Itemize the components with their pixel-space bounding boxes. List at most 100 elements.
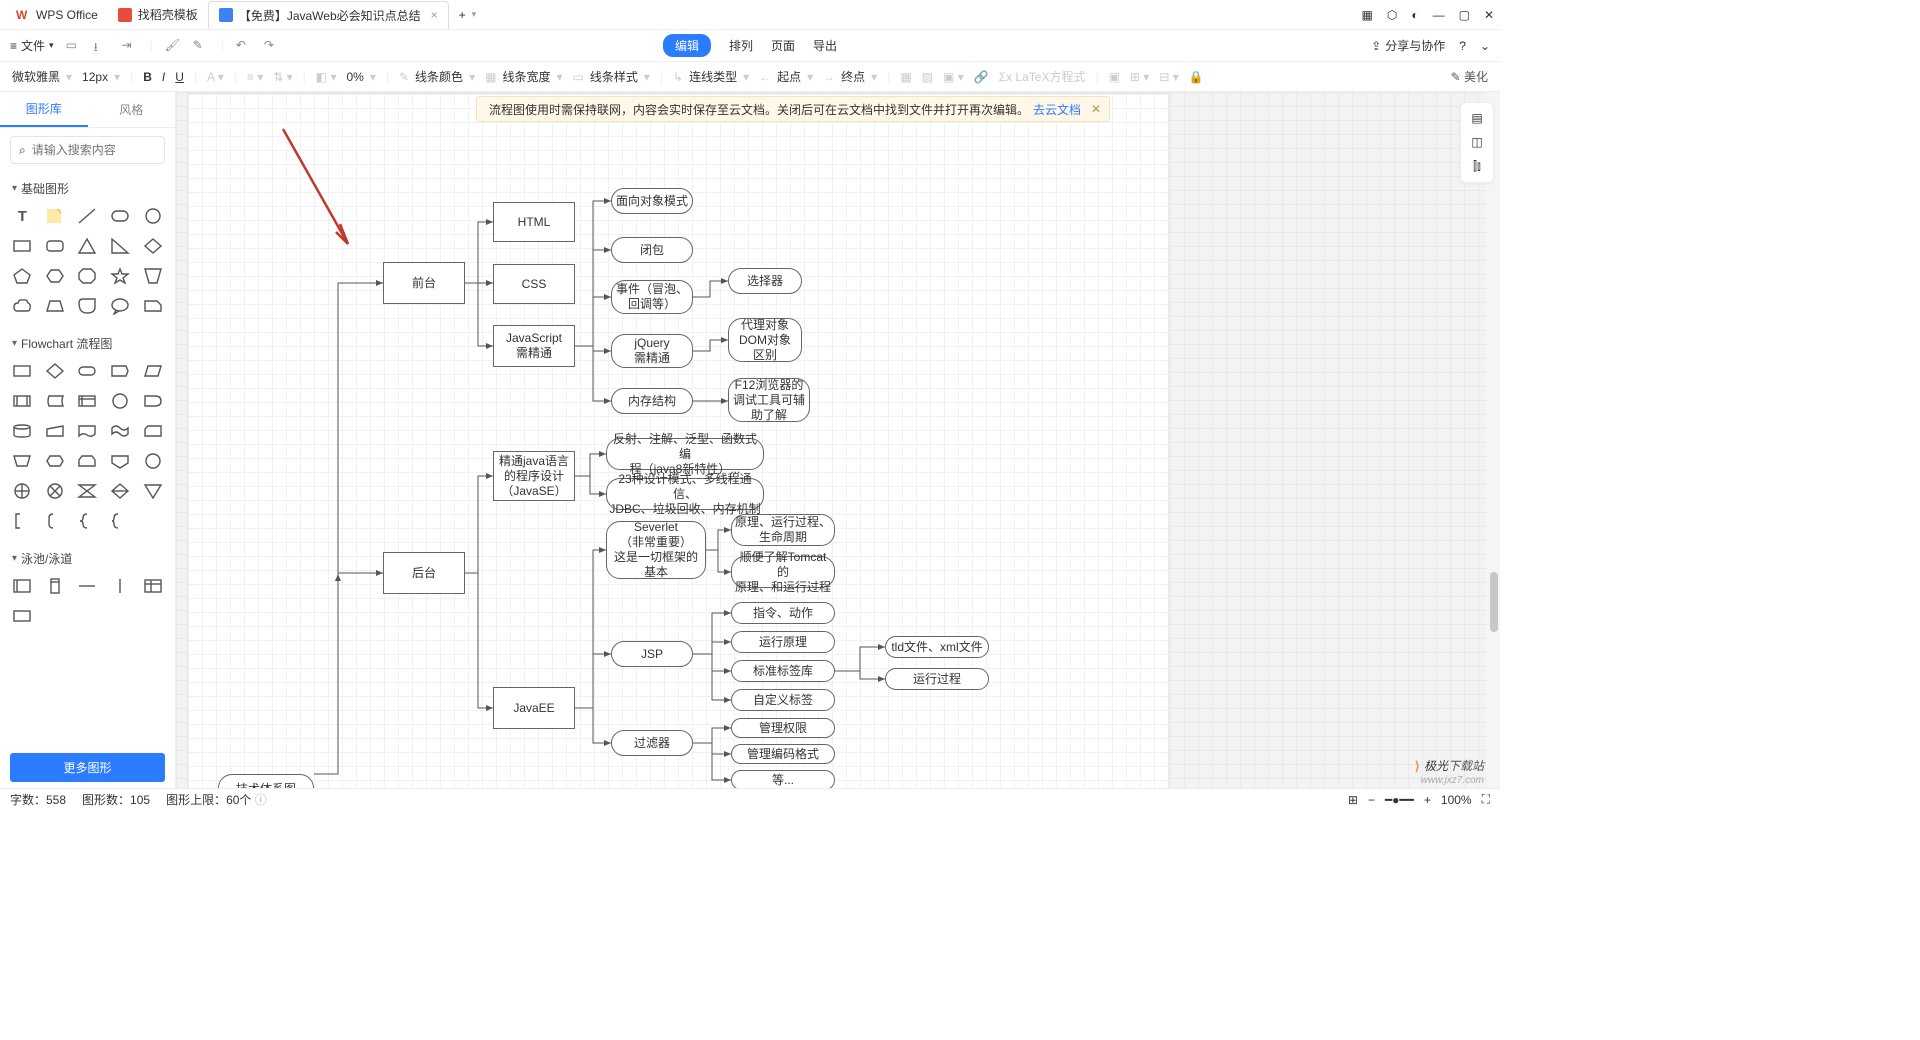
fc-brace[interactable] xyxy=(75,510,100,532)
grid-icon[interactable]: ▦ xyxy=(1362,8,1373,22)
line-start[interactable]: ← 起点 ▾ xyxy=(759,68,813,85)
file-menu[interactable]: ≡文件▾ xyxy=(10,37,54,54)
fc-card[interactable] xyxy=(140,420,165,442)
page-menu[interactable]: 页面 xyxy=(771,37,795,54)
node-memory[interactable]: 内存结构 xyxy=(611,388,693,414)
undo-icon[interactable]: ↶ xyxy=(236,38,252,54)
export-icon[interactable]: ⇥ xyxy=(122,38,138,54)
fullscreen-icon[interactable]: ⛶ xyxy=(1482,792,1490,807)
help-icon[interactable]: ? xyxy=(1459,39,1466,53)
node-tld[interactable]: tld文件、xml文件 xyxy=(885,636,989,658)
node-tomcat[interactable]: 顺便了解Tomcat的 原理、和运行过程 xyxy=(731,556,835,588)
right-triangle-shape[interactable] xyxy=(108,235,133,257)
node-yl[interactable]: 运行原理 xyxy=(731,631,835,653)
font-size[interactable]: 12px ▾ xyxy=(82,70,120,84)
speech-shape[interactable] xyxy=(108,295,133,317)
node-javaee[interactable]: JavaEE xyxy=(493,687,575,729)
font-color-icon[interactable]: A ▾ xyxy=(207,70,224,84)
info-icon[interactable]: ⓘ xyxy=(255,793,267,807)
diamond-shape[interactable] xyxy=(140,235,165,257)
tab-style[interactable]: 风格 xyxy=(88,92,176,127)
fc-circle2[interactable] xyxy=(140,450,165,472)
node-enc[interactable]: 管理编码格式 xyxy=(731,744,835,764)
node-cmd[interactable]: 指令、动作 xyxy=(731,602,835,624)
chart-icon[interactable]: ⫿⫾ xyxy=(1473,159,1481,174)
fc-database[interactable] xyxy=(10,420,35,442)
sl-single[interactable] xyxy=(10,605,35,627)
layout-icon[interactable]: ◫ xyxy=(1471,135,1482,149)
fc-predefined[interactable] xyxy=(10,390,35,412)
fc-connector[interactable] xyxy=(108,390,133,412)
image-icon[interactable]: ▣ ▾ xyxy=(943,70,964,84)
fc-internal[interactable] xyxy=(75,390,100,412)
node-servlet[interactable]: Severlet （非常重要） 这是一切框架的 基本 xyxy=(606,521,706,579)
font-family[interactable]: 微软雅黑 ▾ xyxy=(12,68,72,85)
line-spacing-icon[interactable]: ⇅ ▾ xyxy=(273,70,292,84)
category-swimlane[interactable]: 泳池/泳道 xyxy=(0,542,175,571)
close-icon[interactable]: × xyxy=(431,8,438,22)
more-icon[interactable]: ⌄ xyxy=(1480,39,1490,53)
fc-annotation[interactable] xyxy=(10,510,35,532)
fc-sum[interactable] xyxy=(10,480,35,502)
layer-icon[interactable]: ▣ xyxy=(1109,70,1120,84)
search-input[interactable] xyxy=(32,143,156,157)
fc-loop[interactable] xyxy=(75,450,100,472)
page-icon[interactable]: ▤ xyxy=(1471,111,1482,125)
tab-new[interactable]: +▾ xyxy=(449,1,487,29)
more-shapes-button[interactable]: 更多图形 xyxy=(10,753,165,782)
open-icon[interactable]: ▭ xyxy=(66,38,82,54)
sl-lane-v[interactable] xyxy=(43,575,68,597)
star-shape[interactable] xyxy=(108,265,133,287)
fc-brace2[interactable] xyxy=(108,510,133,532)
fc-sort[interactable] xyxy=(108,480,133,502)
line-width[interactable]: ▦ 线条宽度 ▾ xyxy=(485,68,562,85)
bold-icon[interactable]: B xyxy=(143,70,152,84)
line-shape[interactable] xyxy=(75,205,100,227)
node-custom[interactable]: 自定义标签 xyxy=(731,689,835,711)
sl-sep-v[interactable] xyxy=(108,575,133,597)
fc-display[interactable] xyxy=(108,360,133,382)
fc-collate[interactable] xyxy=(75,480,100,502)
fc-process[interactable] xyxy=(10,360,35,382)
node-proc[interactable]: 运行过程 xyxy=(885,668,989,690)
trapezoid-shape[interactable] xyxy=(43,295,68,317)
shield-shape[interactable] xyxy=(140,265,165,287)
node-css[interactable]: CSS xyxy=(493,264,575,304)
tab-template[interactable]: 找稻壳模板 xyxy=(108,1,208,29)
redo-icon[interactable]: ↷ xyxy=(264,38,280,54)
fc-bracket[interactable] xyxy=(43,510,68,532)
lock-icon[interactable]: 🔒 xyxy=(1189,70,1204,84)
node-etc[interactable]: 等... xyxy=(731,770,835,790)
latex-button[interactable]: Σx LaTeX方程式 xyxy=(999,68,1086,85)
node-proxy[interactable]: 代理对象 DOM对象 区别 xyxy=(728,318,802,362)
fc-offpage[interactable] xyxy=(108,450,133,472)
connector-type[interactable]: ↳ 连线类型 ▾ xyxy=(673,68,749,85)
zoom-slider[interactable]: ━●━━ xyxy=(1385,793,1414,807)
card-shape[interactable] xyxy=(140,295,165,317)
minimize-icon[interactable]: — xyxy=(1433,8,1445,22)
line-end[interactable]: → 终点 ▾ xyxy=(823,68,877,85)
node-html[interactable]: HTML xyxy=(493,202,575,242)
node-design[interactable]: 23种设计模式、多线程通信、 JDBC、垃圾回收、内存机制 xyxy=(606,478,764,510)
distribute-icon[interactable]: ⊟ ▾ xyxy=(1159,70,1178,84)
node-back[interactable]: 后台 xyxy=(383,552,465,594)
format-painter-icon[interactable]: 🖌 xyxy=(165,38,181,54)
fc-delay[interactable] xyxy=(140,390,165,412)
italic-icon[interactable]: I xyxy=(162,70,165,84)
edit-icon[interactable]: ✎ xyxy=(193,38,209,54)
node-selector[interactable]: 选择器 xyxy=(728,268,802,294)
vertical-scrollbar[interactable] xyxy=(1486,92,1500,792)
sl-sep[interactable] xyxy=(75,575,100,597)
arrange-icon[interactable]: ⊞ ▾ xyxy=(1130,70,1149,84)
canvas-area[interactable]: 前台 后台 技术体系图 HTML CSS JavaScript 需精通 面向对象… xyxy=(176,92,1500,792)
hexagon-shape[interactable] xyxy=(43,265,68,287)
close-window-icon[interactable]: ✕ xyxy=(1484,8,1494,22)
fc-or[interactable] xyxy=(43,480,68,502)
triangle-shape[interactable] xyxy=(75,235,100,257)
fc-manual-op[interactable] xyxy=(10,450,35,472)
pentagon-shape[interactable] xyxy=(10,265,35,287)
text-shape[interactable]: T xyxy=(10,205,35,227)
fc-merge[interactable] xyxy=(140,480,165,502)
fc-decision[interactable] xyxy=(43,360,68,382)
maximize-icon[interactable]: ▢ xyxy=(1459,8,1470,22)
